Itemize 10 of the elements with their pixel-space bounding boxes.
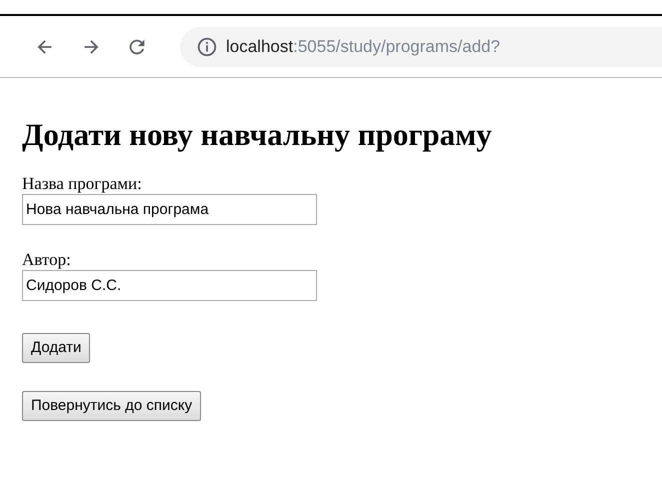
- field-label: Автор:: [22, 250, 72, 270]
- url-text: localhost:5055/study/programs/add?: [226, 36, 500, 58]
- field-label: Назва програми:: [22, 175, 143, 194]
- input-field[interactable]: Нова навчальна програма: [22, 194, 317, 225]
- info-icon[interactable]: [196, 36, 218, 58]
- address-bar[interactable]: localhost:5055/study/programs/add?: [180, 26, 662, 66]
- add-button[interactable]: Додати: [22, 332, 90, 363]
- back-to-list-button[interactable]: Повернутись до списку: [22, 390, 202, 421]
- page-heading: Додати нову навчальну програму: [22, 116, 493, 154]
- input-field[interactable]: Сидоров С.С.: [22, 270, 317, 301]
